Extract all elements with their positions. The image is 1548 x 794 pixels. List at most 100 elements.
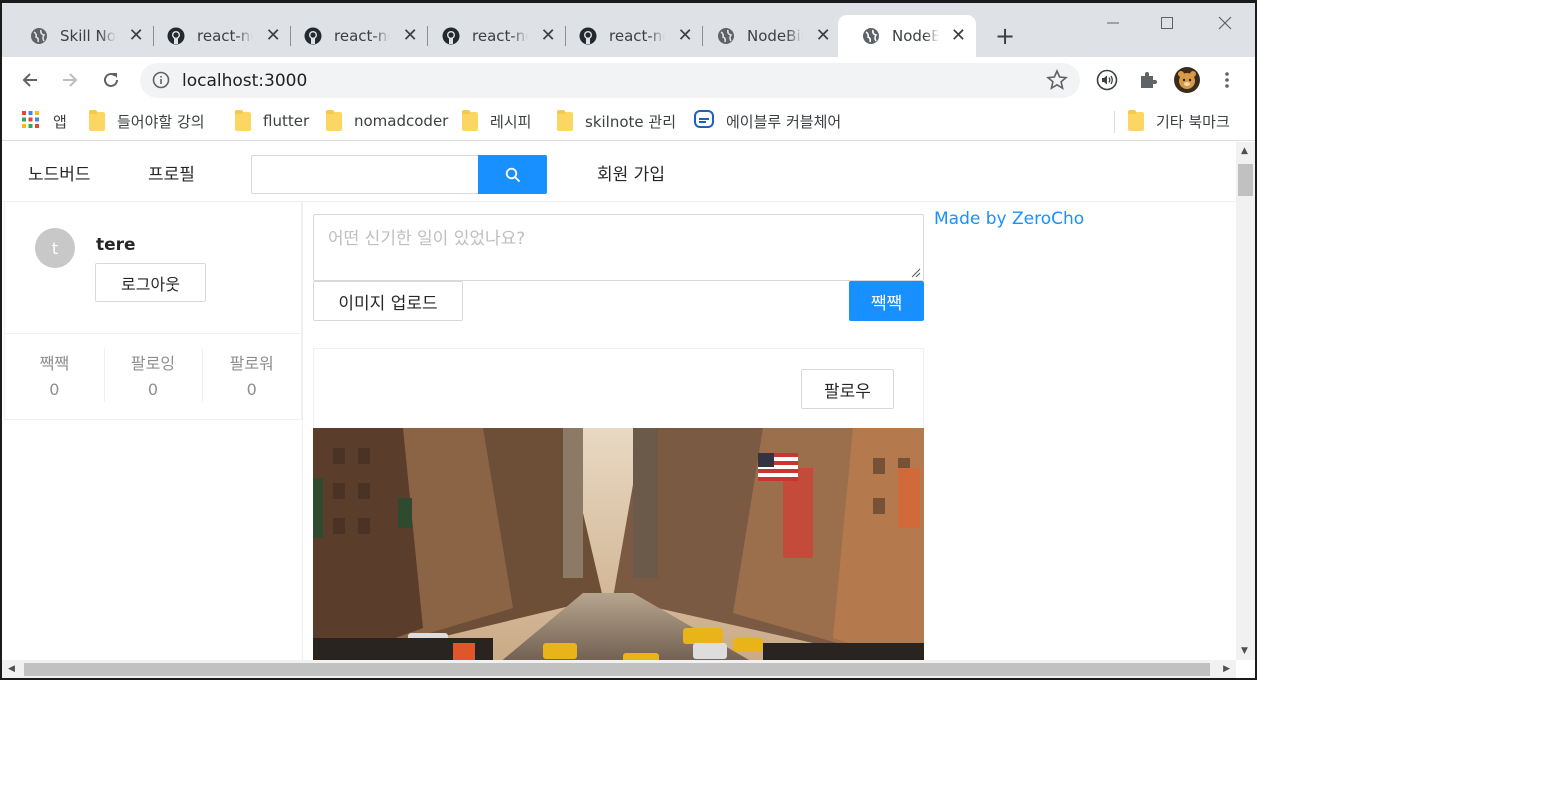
bookmark-folder[interactable]: flutter <box>235 109 309 131</box>
made-by-link[interactable]: Made by ZeroCho <box>934 209 1084 229</box>
bookmark-label: 앱 <box>53 112 67 131</box>
post-submit-button[interactable]: 짹짹 <box>849 281 924 321</box>
close-tab-icon[interactable]: ✕ <box>951 27 966 45</box>
folder-icon <box>462 109 478 131</box>
bookmark-folder[interactable]: skilnote 관리 <box>557 109 676 131</box>
reload-button[interactable] <box>98 67 124 93</box>
stat-label: 팔로워 <box>229 354 274 373</box>
close-tab-icon[interactable]: ✕ <box>128 27 144 45</box>
close-tab-icon[interactable]: ✕ <box>402 27 418 45</box>
bookmark-label: 들어야할 강의 <box>117 112 205 131</box>
stat-followers[interactable]: 팔로워 0 <box>202 334 301 419</box>
close-window-button[interactable] <box>1202 9 1248 37</box>
follow-button[interactable]: 팔로우 <box>801 369 894 409</box>
menu-signup-link[interactable]: 회원 가입 <box>597 160 665 185</box>
close-tab-icon[interactable]: ✕ <box>540 27 556 45</box>
bookmark-label: 레시피 <box>490 112 532 131</box>
browser-menu-button[interactable] <box>1214 67 1240 93</box>
tab-title: react-nodebird <box>472 27 528 45</box>
globe-icon <box>862 27 880 45</box>
new-tab-button[interactable]: + <box>992 23 1018 49</box>
american-flag <box>758 453 798 481</box>
tab-title: react-nodebird <box>609 27 665 45</box>
avatar-letter: t <box>51 238 59 258</box>
globe-icon <box>717 27 735 45</box>
resize-handle-icon <box>911 268 921 278</box>
folder-icon <box>235 109 251 131</box>
menu-home-link[interactable]: 노드버드 <box>28 160 91 185</box>
horizontal-scrollbar[interactable]: ◀ ▶ <box>2 660 1236 678</box>
arrow-right-icon <box>63 73 78 87</box>
post-image[interactable] <box>313 428 924 660</box>
bookmark-ablue[interactable]: 에이블루 커블체어 <box>694 110 841 132</box>
bookmark-folder[interactable]: 들어야할 강의 <box>89 109 205 131</box>
avatar: t <box>35 228 75 268</box>
github-icon <box>304 27 322 45</box>
tab-title: NodeBird <box>747 27 803 45</box>
menu-profile-link[interactable]: 프로필 <box>148 160 195 185</box>
puzzle-icon <box>1141 72 1157 88</box>
stat-posts[interactable]: 짹짹 0 <box>5 334 104 419</box>
tab-7-active[interactable]: NodeBird ✕ <box>838 15 976 57</box>
tab-3[interactable]: react-nodebird ✕ <box>280 15 428 57</box>
tab-title: Skill Note <box>60 27 116 45</box>
media-control-button[interactable] <box>1094 67 1120 93</box>
top-menu: 노드버드 프로필 회원 가입 <box>2 142 1236 202</box>
other-bookmarks[interactable]: 기타 북마크 <box>1128 109 1230 131</box>
bookmark-folder[interactable]: nomadcoder <box>326 109 449 131</box>
horizontal-scroll-thumb[interactable] <box>24 663 1210 676</box>
maximize-button[interactable] <box>1144 9 1190 37</box>
scroll-left-arrow-icon[interactable]: ◀ <box>8 664 15 674</box>
bookmarks-bar: 앱 들어야할 강의 flutter nomadcoder 레시피 skilnot… <box>2 103 1255 141</box>
apps-grid-icon <box>22 110 39 132</box>
tab-4[interactable]: react-nodebird ✕ <box>418 15 566 57</box>
close-tab-icon[interactable]: ✕ <box>265 27 281 45</box>
info-icon[interactable] <box>152 71 170 93</box>
github-icon <box>167 27 185 45</box>
folder-icon <box>326 109 342 131</box>
search-button[interactable] <box>478 155 547 194</box>
bookmark-folder[interactable]: 레시피 <box>462 109 532 131</box>
tab-5[interactable]: react-nodebird ✕ <box>555 15 703 57</box>
bookmark-label: nomadcoder <box>354 112 449 130</box>
folder-icon <box>1128 109 1144 131</box>
post-textarea[interactable]: 어떤 신기한 일이 있었나요? <box>313 214 924 281</box>
search-input[interactable] <box>251 155 479 194</box>
stat-followings[interactable]: 팔로잉 0 <box>103 334 203 419</box>
bookmark-label: skilnote 관리 <box>585 112 676 131</box>
city-street-photo <box>313 428 924 660</box>
more-vert-icon <box>1225 72 1229 88</box>
vertical-scroll-thumb[interactable] <box>1238 164 1253 196</box>
ablue-logo-icon <box>694 110 714 132</box>
extensions-button[interactable] <box>1135 67 1161 93</box>
folder-icon <box>557 109 573 131</box>
close-tab-icon[interactable]: ✕ <box>815 27 831 45</box>
back-button[interactable] <box>17 67 43 93</box>
forward-button[interactable] <box>57 67 83 93</box>
bookmark-apps[interactable]: 앱 <box>22 110 67 132</box>
scroll-up-arrow-icon[interactable]: ▲ <box>1241 146 1248 156</box>
scroll-down-arrow-icon[interactable]: ▼ <box>1241 646 1248 656</box>
tab-title: react-nodebird <box>197 27 253 45</box>
close-tab-icon[interactable]: ✕ <box>677 27 693 45</box>
bookmark-label: 기타 북마크 <box>1156 112 1230 131</box>
tab-6[interactable]: NodeBird ✕ <box>693 15 841 57</box>
image-upload-button[interactable]: 이미지 업로드 <box>313 281 463 321</box>
vertical-scrollbar[interactable]: ▲ ▼ <box>1236 142 1255 660</box>
stat-value: 0 <box>147 380 159 399</box>
stat-value: 0 <box>49 380 60 399</box>
scroll-right-arrow-icon[interactable]: ▶ <box>1223 664 1230 674</box>
bookmark-star-icon[interactable] <box>1046 68 1068 95</box>
stat-label: 팔로잉 <box>130 354 176 373</box>
logout-button[interactable]: 로그아웃 <box>95 263 206 302</box>
profile-avatar-button[interactable] <box>1174 67 1200 93</box>
minimize-button[interactable] <box>1090 9 1136 37</box>
browser-toolbar: localhost:3000 <box>2 57 1255 103</box>
globe-icon <box>30 27 48 45</box>
tab-2[interactable]: react-nodebird ✕ <box>143 15 291 57</box>
address-bar[interactable]: localhost:3000 <box>140 63 1080 98</box>
username: tere <box>96 235 136 255</box>
tab-1[interactable]: Skill Note ✕ <box>6 15 154 57</box>
page-viewport: 노드버드 프로필 회원 가입 t tere 로그아웃 짹짹 0 팔로잉 0 팔로… <box>2 142 1236 660</box>
textarea-placeholder: 어떤 신기한 일이 있었나요? <box>328 229 526 249</box>
